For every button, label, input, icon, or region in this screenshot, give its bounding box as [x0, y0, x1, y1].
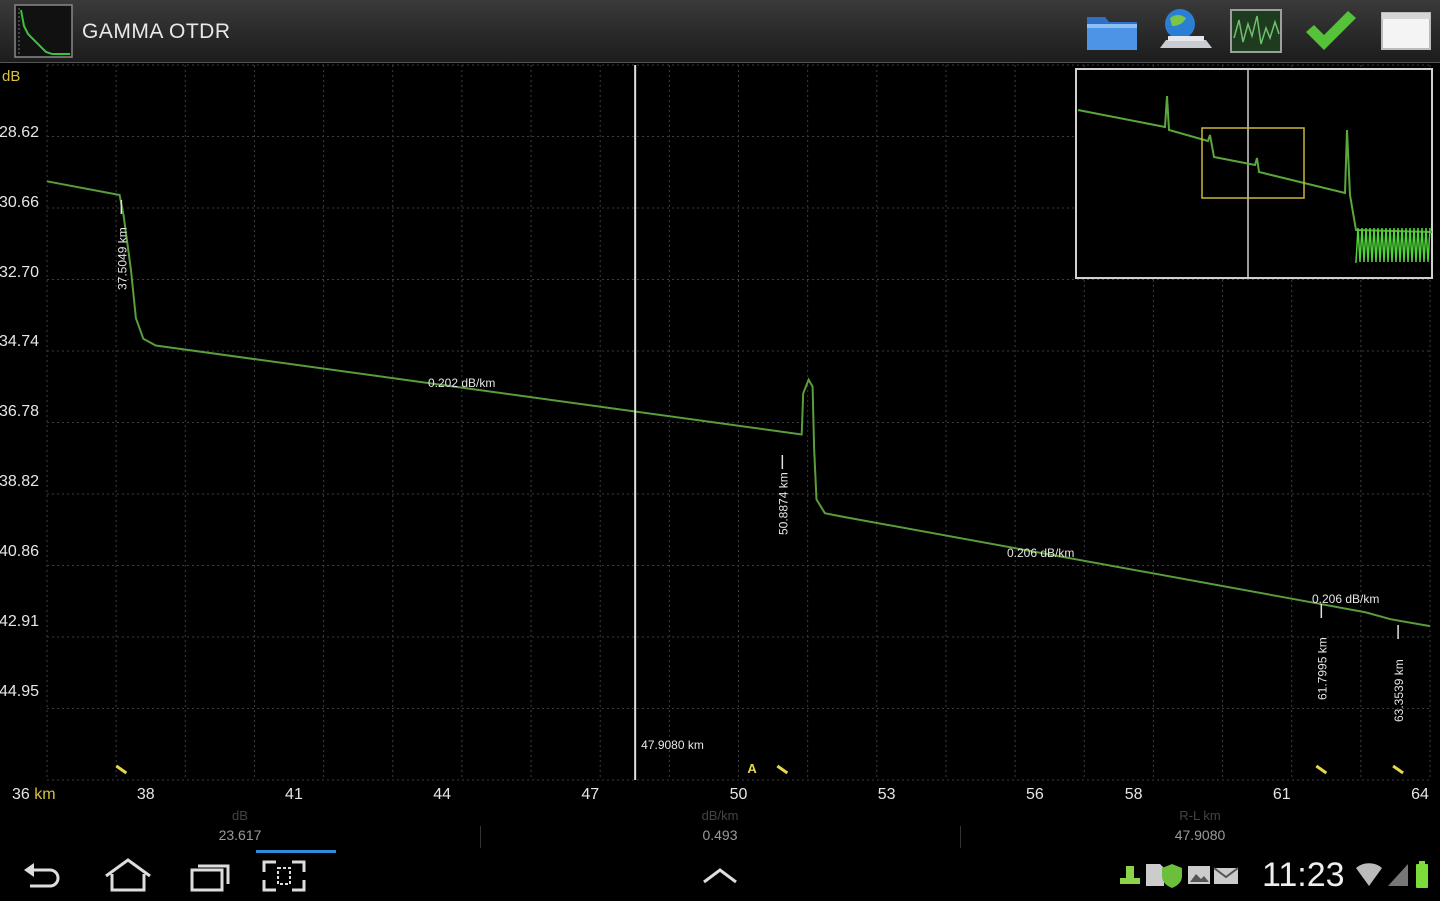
- window-button[interactable]: [1377, 6, 1435, 56]
- folder-icon: [1087, 17, 1137, 50]
- x-tick-label: 36 km: [12, 786, 56, 803]
- back-button[interactable]: [16, 856, 72, 896]
- home-button[interactable]: [100, 856, 156, 896]
- app-title: GAMMA OTDR: [82, 20, 231, 43]
- event-baseline-marker: [115, 764, 128, 775]
- home-icon: [105, 858, 151, 892]
- otdr-trace-chart[interactable]: 47.9080 km A 37.5049 km 50.8874 km 61.7995 k…: [0, 63, 1440, 850]
- readout-slope: dB/km 0.493: [480, 806, 960, 848]
- wifi-icon: [1356, 863, 1382, 886]
- x-tick-label: 38: [136, 786, 155, 803]
- y-tick-label: 38.82: [0, 473, 40, 491]
- measurement-readouts: dB 23.617 dB/km 0.493 R-L km 47.9080: [0, 806, 1440, 848]
- signal-icon: [1388, 864, 1408, 886]
- y-tick-label: 30.66: [0, 193, 40, 211]
- system-navigation-bar: 11:23: [0, 850, 1440, 900]
- chevron-up-icon: [703, 868, 737, 884]
- window-icon: [1381, 12, 1431, 50]
- event-baseline-marker: [1315, 764, 1328, 775]
- oscilloscope-icon: [1230, 9, 1282, 53]
- marker-a-label[interactable]: A: [747, 761, 757, 776]
- x-tick-label: 41: [285, 786, 303, 803]
- readout-distance: R-L km 47.9080: [960, 806, 1440, 848]
- slope-label: 0.206 dB/km: [1007, 546, 1074, 560]
- x-tick-label: 61: [1272, 786, 1291, 803]
- slope-label: 0.206 dB/km: [1312, 592, 1379, 606]
- sd-card-icon: [1146, 864, 1164, 886]
- title-bar: GAMMA OTDR: [0, 0, 1440, 63]
- cursor-distance-label: 47.9080 km: [641, 738, 704, 752]
- recent-apps-button[interactable]: [184, 856, 240, 896]
- y-tick-label: 36.78: [0, 403, 40, 421]
- overview-minimap[interactable]: [1075, 68, 1433, 279]
- expand-up-button[interactable]: [692, 856, 748, 896]
- readout-slope-label: dB/km: [701, 808, 739, 823]
- readout-db: dB 23.617: [0, 806, 480, 848]
- y-tick-label: 34.74: [0, 333, 40, 351]
- x-tick-label: 53: [877, 786, 896, 803]
- slope-label: 0.202 dB/km: [428, 376, 495, 390]
- usb-icon: [1120, 866, 1140, 884]
- battery-icon: [1416, 861, 1428, 888]
- y-tick-label: 28.62: [0, 124, 40, 142]
- readout-distance-value: 47.9080: [1174, 827, 1226, 843]
- trace-view-button[interactable]: [1227, 6, 1285, 56]
- readout-distance-label: R-L km: [1179, 808, 1221, 823]
- app-logo-icon: [14, 4, 74, 58]
- mail-icon: [1213, 867, 1239, 884]
- shield-icon: [1162, 864, 1182, 888]
- screenshot-button[interactable]: [256, 850, 336, 896]
- x-tick-label: 64: [1411, 786, 1429, 803]
- globe-network-icon: [1160, 9, 1212, 48]
- open-folder-button[interactable]: [1083, 6, 1141, 56]
- event-baseline-marker: [1392, 764, 1404, 775]
- recent-apps-icon: [190, 864, 230, 892]
- y-tick-label: 44.95: [0, 682, 40, 700]
- checkmark-icon: [1306, 11, 1356, 50]
- y-tick-label: 40.86: [0, 542, 40, 560]
- y-tick-label: 32.70: [0, 263, 40, 281]
- readout-db-value: 23.617: [218, 827, 262, 843]
- active-indicator: [256, 850, 336, 853]
- accept-button[interactable]: [1301, 6, 1359, 56]
- event-distance-label: 37.5049 km: [115, 227, 129, 290]
- event-distance-label: 63.3539 km: [1392, 659, 1406, 722]
- x-tick-label: 56: [1025, 786, 1044, 803]
- back-arrow-icon: [24, 863, 60, 888]
- notification-icons[interactable]: [1116, 860, 1256, 890]
- readout-slope-value: 0.493: [702, 827, 738, 843]
- status-indicators: [1352, 858, 1436, 892]
- y-tick-label: 42.91: [0, 612, 40, 630]
- y-axis-label: dB: [2, 68, 21, 85]
- event-baseline-marker: [776, 764, 789, 775]
- x-tick-label: 50: [729, 786, 748, 803]
- x-tick-label: 47: [581, 786, 600, 803]
- readout-db-label: dB: [232, 808, 248, 823]
- x-tick-label: 58: [1124, 786, 1143, 803]
- screen-capture-icon: [262, 860, 306, 892]
- network-button[interactable]: [1157, 6, 1215, 56]
- image-icon: [1188, 866, 1210, 884]
- x-axis-unit: km: [34, 786, 56, 803]
- event-distance-label: 50.8874 km: [776, 472, 790, 535]
- status-clock: 11:23: [1262, 856, 1345, 894]
- event-distance-label: 61.7995 km: [1315, 637, 1329, 700]
- x-tick-label: 44: [433, 786, 452, 803]
